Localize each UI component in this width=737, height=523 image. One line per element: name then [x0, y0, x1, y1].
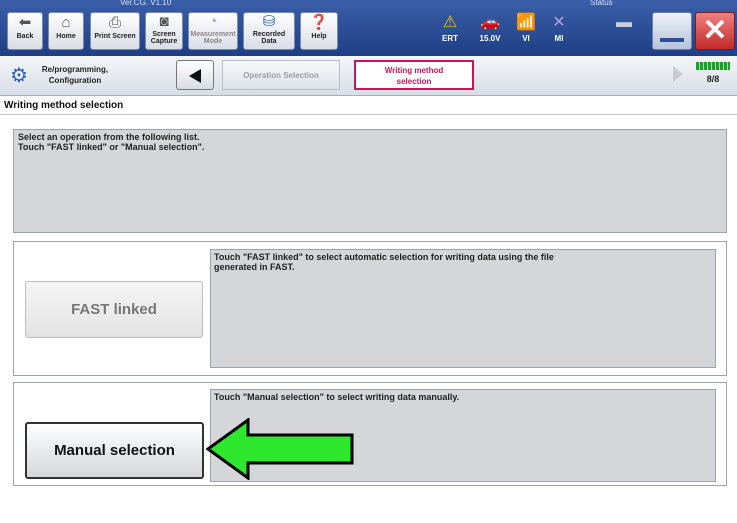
back-button-label: Back	[16, 33, 34, 40]
recorded-data-icon: ⛁	[262, 13, 276, 30]
printer-icon: ⎙	[108, 14, 121, 31]
forward-triangle-icon	[673, 66, 683, 82]
breadcrumb-step-current: Writing method selection	[354, 60, 474, 90]
back-triangle-icon	[189, 69, 201, 83]
car-icon: 🚗	[480, 14, 500, 31]
print-screen-label: Print Screen	[94, 33, 136, 40]
fast-linked-description: Touch "FAST linked" to select automatic …	[210, 249, 716, 368]
title-divider	[0, 114, 737, 115]
page-title: Writing method selection	[4, 100, 124, 111]
recorded-data-label: Recorded Data	[252, 31, 286, 45]
measurement-mode-label: Measurement Mode	[190, 31, 236, 45]
vi-status: 📶 VI	[512, 12, 540, 50]
voltage-text: 15.0V	[479, 34, 501, 43]
vi-label: VI	[522, 34, 530, 43]
mi-label: MI	[554, 34, 564, 43]
warning-icon: ⚠	[442, 14, 458, 31]
screen-capture-label: Screen Capture	[150, 31, 178, 45]
ert-label: ERT	[442, 34, 458, 43]
status-text: Status	[590, 0, 613, 6]
ert-button[interactable]: ⚠ ERT	[435, 12, 465, 50]
reprogramming-icon: ⚙	[10, 65, 28, 87]
recorded-data-button[interactable]: ⛁ Recorded Data	[243, 12, 295, 50]
meter-icon: ◔	[208, 13, 218, 30]
battery-voltage-status: 🚗 15.0V	[470, 12, 510, 50]
progress-bar	[696, 62, 730, 70]
help-button-label: Help	[311, 33, 327, 40]
back-arrow-icon: ⬅	[18, 14, 32, 31]
fast-linked-button[interactable]: FAST linked	[25, 281, 203, 338]
manual-selection-button[interactable]: Manual selection	[25, 422, 204, 479]
measurement-mode-button[interactable]: ◔ Measurement Mode	[188, 12, 238, 50]
home-icon: ⌂	[61, 14, 71, 31]
camera-icon: ◙	[159, 13, 169, 30]
breadcrumb-step-operation-selection[interactable]: Operation Selection	[222, 60, 340, 90]
home-button[interactable]: ⌂ Home	[48, 12, 84, 50]
version-text: Ver.CG. V1.10	[120, 0, 172, 6]
mi-status: ✕ MI	[545, 12, 573, 50]
close-icon: ✕	[702, 14, 728, 47]
green-pointer-arrow-icon	[206, 418, 354, 480]
cross-icon: ✕	[552, 14, 566, 31]
screen-capture-button[interactable]: ◙ Screen Capture	[145, 12, 183, 50]
device-status: ▬	[608, 12, 640, 50]
home-button-label: Home	[56, 33, 76, 40]
signal-icon: 📶	[516, 14, 536, 31]
minimize-button[interactable]	[652, 12, 692, 50]
progress-text: 8/8	[706, 74, 720, 84]
help-icon: ❓	[309, 14, 329, 31]
minimize-icon	[660, 38, 684, 42]
breadcrumb-back-button[interactable]	[176, 60, 214, 90]
breadcrumb-root: Re/programming, Configuration	[41, 65, 109, 85]
instruction-panel: Select an operation from the following l…	[13, 129, 727, 233]
print-screen-button[interactable]: ⎙ Print Screen	[90, 12, 140, 50]
back-button[interactable]: ⬅ Back	[7, 12, 43, 50]
help-button[interactable]: ❓ Help	[300, 12, 338, 50]
close-button[interactable]: ✕	[695, 12, 735, 50]
device-icon: ▬	[616, 14, 632, 31]
